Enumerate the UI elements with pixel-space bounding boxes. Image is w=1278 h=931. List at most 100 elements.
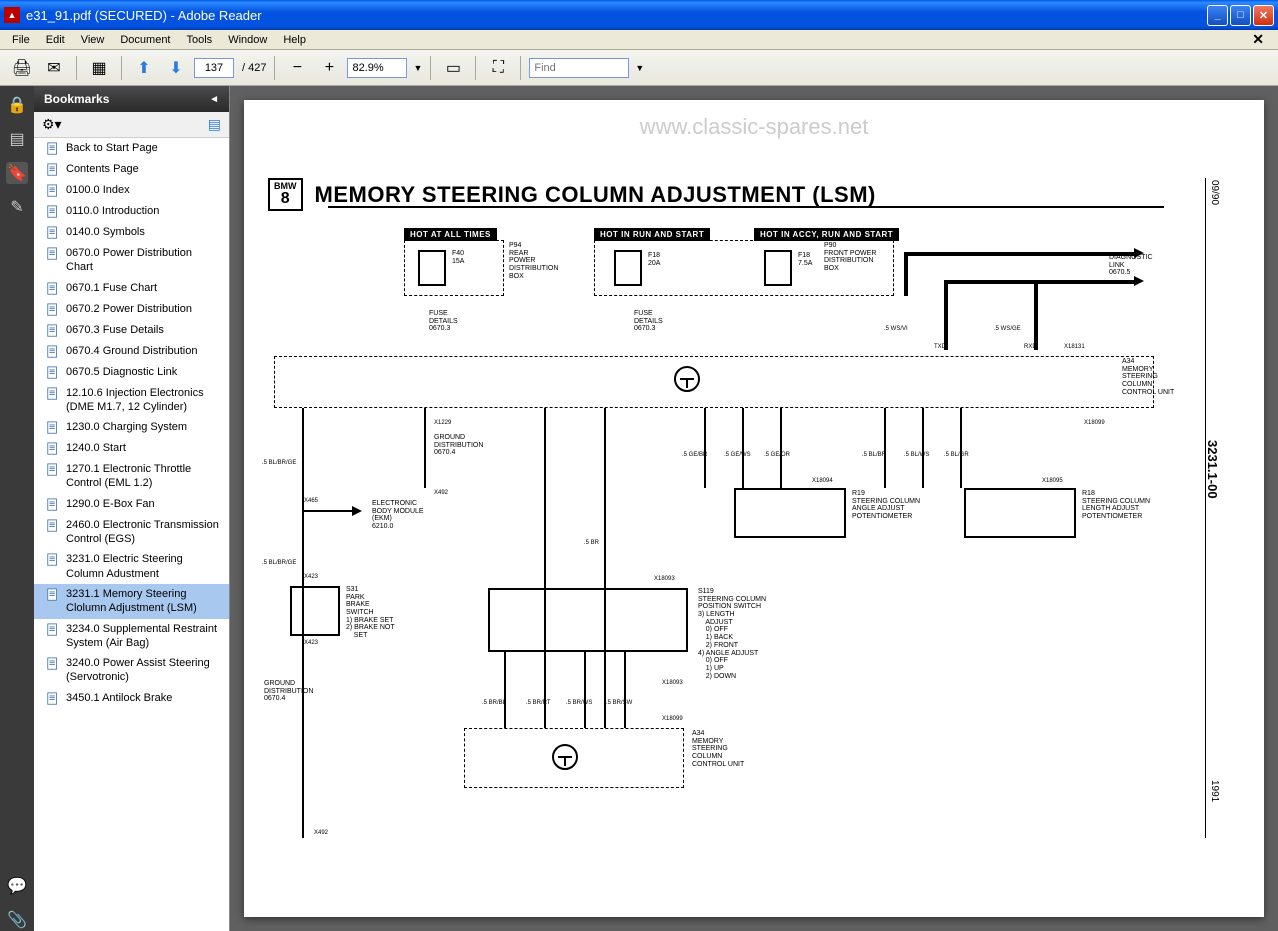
bookmark-item[interactable]: 0100.0 Index (34, 180, 229, 201)
bookmark-item[interactable]: 0670.1 Fuse Chart (34, 278, 229, 299)
signatures-icon[interactable]: ✎ (6, 196, 28, 218)
next-page-icon[interactable]: ⬇ (162, 54, 190, 82)
page-icon (46, 657, 60, 671)
page-icon (46, 226, 60, 240)
menu-file[interactable]: File (4, 32, 38, 48)
arrow-icon (352, 506, 362, 516)
bookmark-item[interactable]: 3450.1 Antilock Brake (34, 688, 229, 709)
page-input[interactable] (194, 58, 234, 78)
bookmark-item[interactable]: 2460.0 Electronic Transmission Control (… (34, 515, 229, 550)
bookmarks-list[interactable]: Back to Start PageContents Page 0100.0 In… (34, 138, 229, 931)
gear-icon[interactable]: ⚙▾ (42, 116, 62, 133)
bookmark-item[interactable]: 3231.0 Electric Steering Column Adustmen… (34, 549, 229, 584)
zoom-dropdown-icon[interactable]: ▼ (413, 63, 422, 73)
toolbar: 🖨 ✉ ▦ ⬆ ⬇ / 427 − + ▼ ▭ ⛶ ▼ (0, 50, 1278, 86)
bookmark-item[interactable]: 0670.4 Ground Distribution (34, 341, 229, 362)
document-area[interactable]: www.classic-spares.net BMW 8 MEMORY STEE… (230, 86, 1278, 931)
find-dropdown-icon[interactable]: ▼ (635, 63, 644, 73)
prev-page-icon[interactable]: ⬆ (130, 54, 158, 82)
bookmark-item[interactable]: 3231.1 Memory Steering Clolumn Adjustmen… (34, 584, 229, 619)
bookmark-label: 0670.4 Ground Distribution (66, 344, 221, 358)
wire-br: .5 BR (584, 540, 599, 547)
wire-gebr: .5 GE/BR (682, 452, 707, 459)
x18099-label-2: X18099 (662, 716, 683, 723)
f18a-label: F18 20A (648, 252, 660, 267)
bookmark-item[interactable]: 3240.0 Power Assist Steering (Servotroni… (34, 653, 229, 688)
x423-label-b: X423 (304, 640, 318, 647)
bookmarks-title: Bookmarks (44, 92, 109, 106)
x1229-label: X1229 (434, 420, 451, 427)
bookmark-item[interactable]: 12.10.6 Injection Electronics (DME M1.7,… (34, 383, 229, 418)
x18095-label: X18095 (1042, 478, 1063, 485)
x18093-label-2: X18093 (662, 680, 683, 687)
bookmark-label: 12.10.6 Injection Electronics (DME M1.7,… (66, 386, 221, 415)
wire (904, 252, 1134, 256)
bookmark-label: 0670.5 Diagnostic Link (66, 365, 221, 379)
zoom-out-icon[interactable]: − (283, 54, 311, 82)
a34-control-unit (274, 356, 1154, 408)
find-input[interactable] (529, 58, 629, 78)
lock-icon[interactable]: 🔒 (6, 94, 28, 116)
x18099-label: X18099 (1084, 420, 1105, 427)
ground-dist-2: GROUND DISTRIBUTION 0670.4 (264, 680, 313, 703)
menu-view[interactable]: View (73, 32, 113, 48)
bookmark-item[interactable]: 0670.2 Power Distribution (34, 299, 229, 320)
bookmark-item[interactable]: 1240.0 Start (34, 438, 229, 459)
wire-geor: .5 GE/OR (764, 452, 790, 459)
wire-wsge: .5 WS/GE (994, 326, 1021, 333)
email-icon[interactable]: ✉ (40, 54, 68, 82)
wire-brbl: .5 BR/BL (482, 700, 506, 707)
wire-brws: .5 BR/WS (566, 700, 592, 707)
zoom-input[interactable] (347, 58, 407, 78)
separator (121, 56, 122, 80)
s119-label: S119 STEERING COLUMN POSITION SWITCH 3) … (698, 588, 766, 680)
wire (424, 408, 426, 488)
page-icon (46, 519, 60, 533)
separator (76, 56, 77, 80)
bookmark-label: 0100.0 Index (66, 183, 221, 197)
maximize-button[interactable]: □ (1230, 5, 1251, 26)
page-icon (46, 247, 60, 261)
x492-label-2: X492 (314, 830, 328, 837)
print-icon[interactable]: 🖨 (8, 54, 36, 82)
fit-width-icon[interactable]: ▭ (439, 54, 467, 82)
minimize-button[interactable]: _ (1207, 5, 1228, 26)
bookmarks-collapse-icon[interactable]: ◄ (209, 94, 219, 105)
bookmark-item[interactable]: Back to Start Page (34, 138, 229, 159)
wire (944, 280, 948, 350)
menu-document[interactable]: Document (112, 32, 178, 48)
bookmark-item[interactable]: Contents Page (34, 159, 229, 180)
zoom-in-icon[interactable]: + (315, 54, 343, 82)
bookmark-item[interactable]: 1230.0 Charging System (34, 417, 229, 438)
side-ref: 3231.1-00 (1205, 440, 1220, 499)
bookmarks-icon[interactable]: 🔖 (6, 162, 28, 184)
attachments-icon[interactable]: 📎 (6, 909, 28, 931)
bookmark-item[interactable]: 1270.1 Electronic Throttle Control (EML … (34, 459, 229, 494)
bookmark-item[interactable]: 0670.0 Power Distribution Chart (34, 243, 229, 278)
close-doc-button[interactable]: ✕ (1244, 29, 1272, 50)
page-thumbs-icon[interactable]: ▦ (85, 54, 113, 82)
fuse-details-2: FUSE DETAILS 0670.3 (634, 310, 663, 333)
fit-page-icon[interactable]: ⛶ (484, 54, 512, 82)
wire (544, 652, 546, 728)
page-icon (46, 588, 60, 602)
menu-edit[interactable]: Edit (38, 32, 73, 48)
bookmark-item[interactable]: 0140.0 Symbols (34, 222, 229, 243)
menu-window[interactable]: Window (220, 32, 275, 48)
page-icon (46, 366, 60, 380)
pages-icon[interactable]: ▤ (6, 128, 28, 150)
comments-icon[interactable]: 💬 (6, 875, 28, 897)
bookmark-item[interactable]: 0110.0 Introduction (34, 201, 229, 222)
bookmark-item[interactable]: 0670.3 Fuse Details (34, 320, 229, 341)
close-button[interactable]: ✕ (1253, 5, 1274, 26)
bookmark-add-icon[interactable]: ▤ (208, 116, 221, 133)
page-icon (46, 442, 60, 456)
bookmark-item[interactable]: 0670.5 Diagnostic Link (34, 362, 229, 383)
bookmark-item[interactable]: 1290.0 E-Box Fan (34, 494, 229, 515)
window-controls: _ □ ✕ (1207, 5, 1274, 26)
page-icon (46, 205, 60, 219)
menu-tools[interactable]: Tools (179, 32, 221, 48)
bookmark-label: 1270.1 Electronic Throttle Control (EML … (66, 462, 221, 491)
menu-help[interactable]: Help (275, 32, 314, 48)
bookmark-item[interactable]: 3234.0 Supplemental Restraint System (Ai… (34, 619, 229, 654)
